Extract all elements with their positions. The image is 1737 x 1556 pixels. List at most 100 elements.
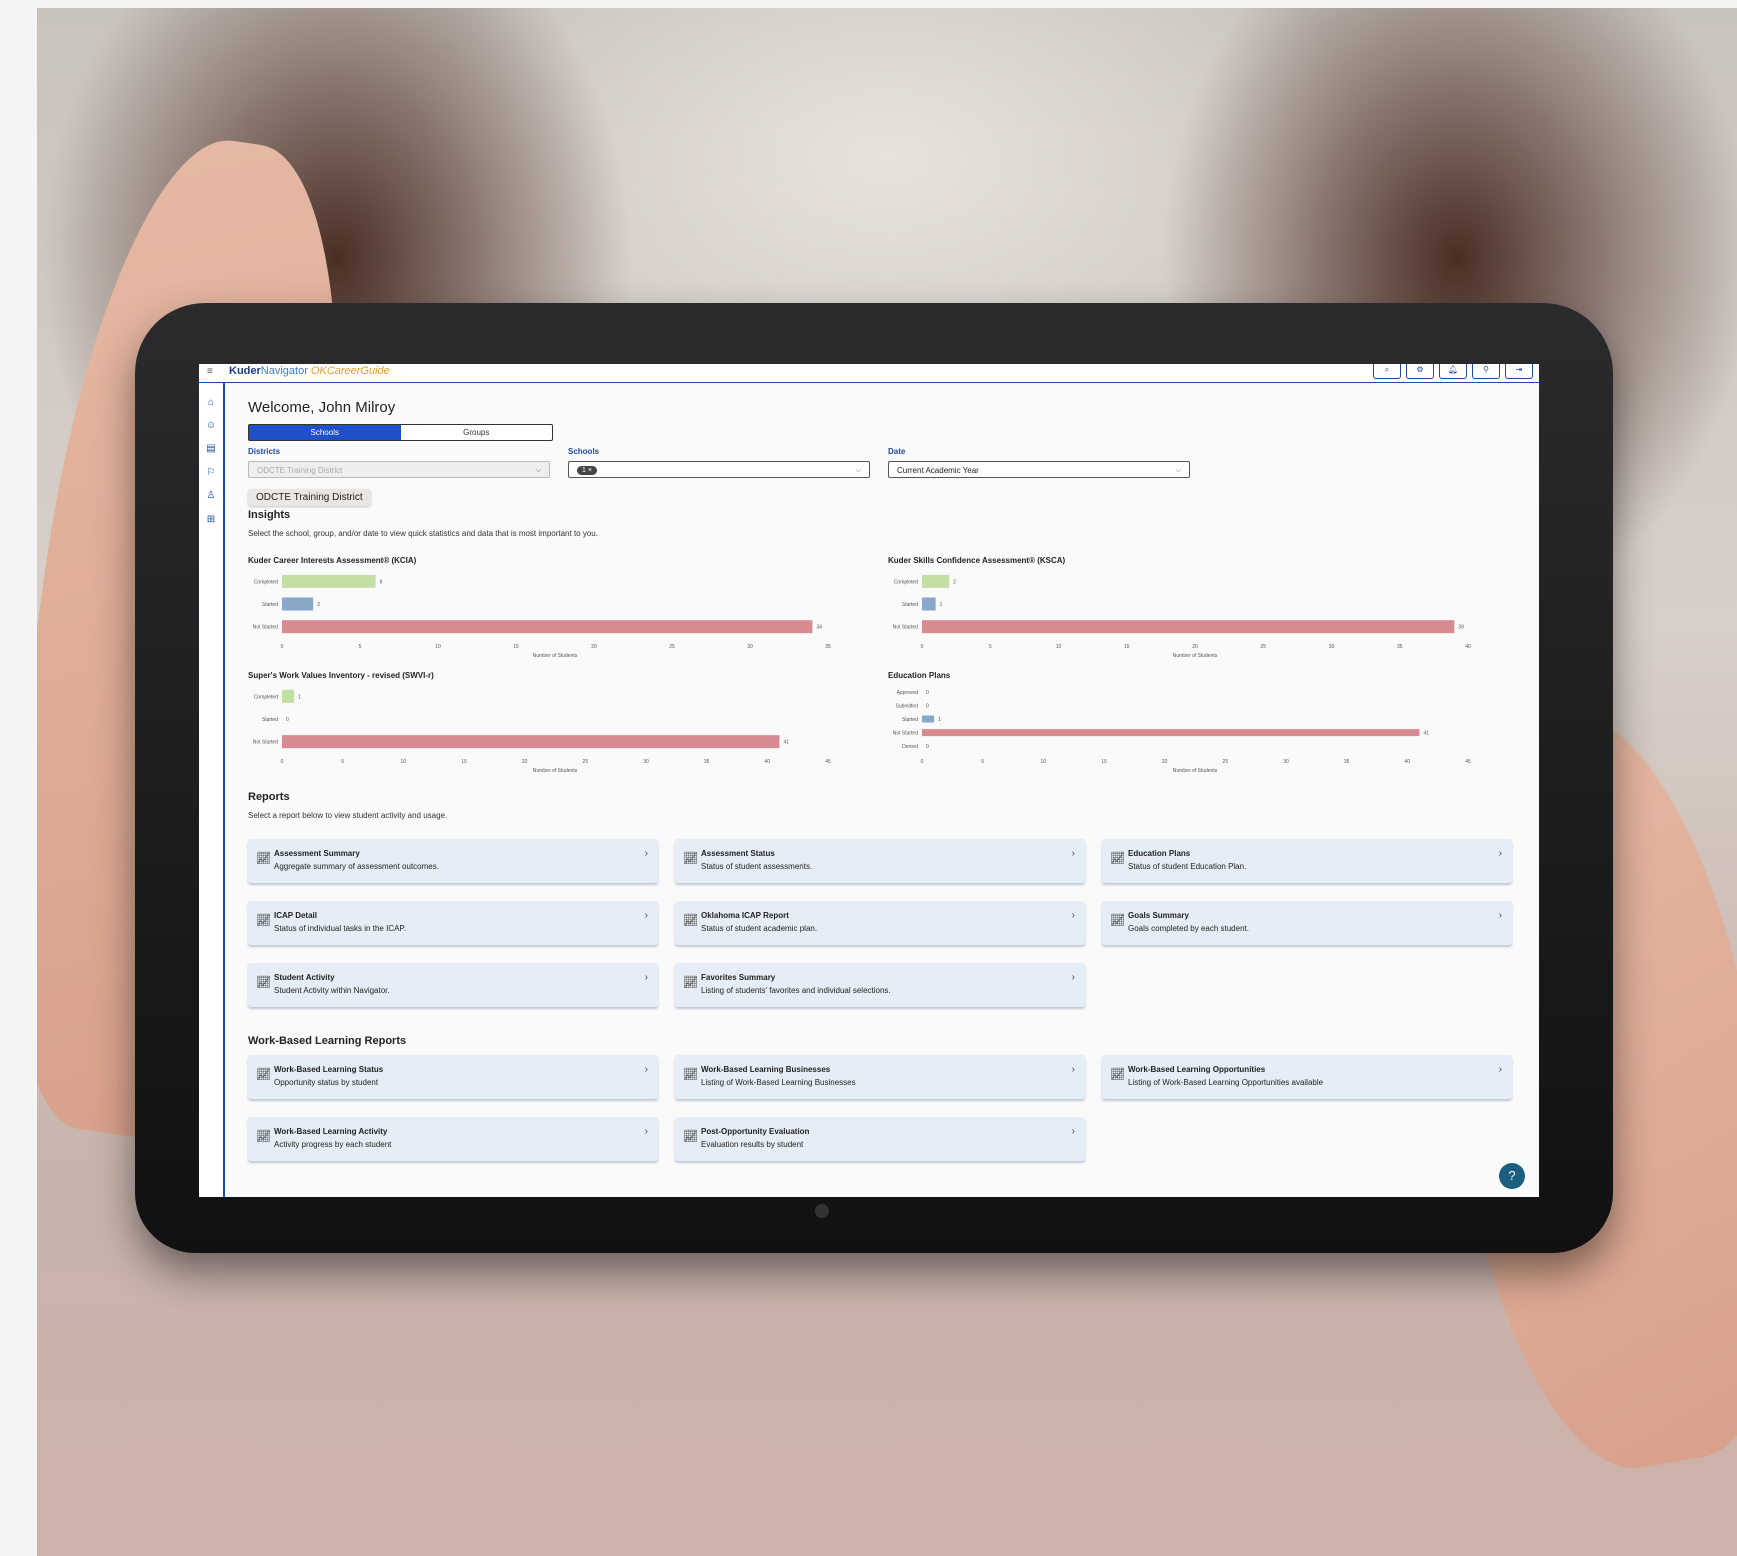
report-card-description: Activity progress by each student — [274, 1140, 392, 1149]
report-card-description: Status of individual tasks in the ICAP. — [274, 924, 406, 933]
bar-chart-svg: Completed 6 Started 2 Not Started 34 0 5 10 15 20 2… — [253, 574, 831, 659]
org-chart-icon[interactable]: ⊞ — [205, 514, 217, 526]
category-label: Not Started — [893, 625, 919, 631]
tick-label: 40 — [765, 759, 771, 765]
chevron-down-icon: ⌵ — [535, 467, 541, 474]
report-card-title: Work-Based Learning Status — [274, 1065, 384, 1074]
tick-label: 30 — [643, 759, 649, 765]
home-icon[interactable]: ⌂ — [205, 397, 217, 409]
report-card-title: ICAP Detail — [274, 911, 317, 920]
tick-label: 10 — [401, 759, 407, 765]
chevron-right-icon: › — [1071, 1064, 1075, 1075]
category-label: Completed — [254, 579, 278, 585]
report-card-description: Opportunity status by student — [274, 1078, 379, 1087]
chevron-right-icon: › — [1071, 972, 1075, 983]
report-card[interactable]: 📈︎ Favorites Summary Listing of students' … — [675, 963, 1085, 1007]
report-card[interactable]: 📈︎ Work-Based Learning Opportunities Listi… — [1102, 1055, 1512, 1099]
logout-icon[interactable]: ⇥ — [1505, 364, 1533, 379]
chevron-right-icon: › — [1498, 1064, 1502, 1075]
search-icon[interactable]: ⌕ — [1373, 364, 1401, 379]
tick-label: 40 — [1405, 759, 1411, 765]
districts-label: Districts — [248, 447, 281, 456]
tick-label: 35 — [1397, 644, 1403, 650]
insights-description: Select the school, group, and/or date to… — [248, 529, 598, 538]
report-card[interactable]: 📈︎ Post-Opportunity Evaluation Evaluation … — [675, 1117, 1085, 1161]
report-card[interactable]: 📈︎ Assessment Status Status of student ass… — [675, 839, 1085, 883]
report-card-description: Status of student assessments. — [701, 862, 813, 871]
schools-select[interactable]: 1 × ⌵ — [568, 461, 870, 478]
schools-label: Schools — [568, 447, 600, 456]
bar-chart-svg: Approved 0 Submitted 0 Started 1 Not Started 41… — [893, 690, 1471, 774]
gear-icon[interactable]: ⚙ — [1406, 364, 1434, 379]
tick-label: 15 — [513, 644, 519, 650]
trend-chart-icon: 📈︎ — [1110, 851, 1126, 865]
chart-title: Kuder Career Interests Assessment® (KCIA… — [248, 556, 417, 565]
report-card[interactable]: 📈︎ Education Plans Status of student Educa… — [1102, 839, 1512, 883]
report-card-title: Favorites Summary — [701, 973, 776, 982]
tab-groups[interactable]: Groups — [401, 425, 553, 440]
report-card[interactable]: 📈︎ Work-Based Learning Businesses Listing … — [675, 1055, 1085, 1099]
briefcase-icon[interactable]: ⚐ — [205, 467, 217, 479]
report-card-title: Education Plans — [1128, 849, 1191, 858]
report-card[interactable]: 📈︎ Goals Summary Goals completed by each s… — [1102, 901, 1512, 945]
tick-label: 10 — [1056, 644, 1062, 650]
report-card[interactable]: 📈︎ Work-Based Learning Activity Activity p… — [248, 1117, 658, 1161]
tick-label: 40 — [1465, 644, 1471, 650]
bar — [282, 574, 376, 588]
data-label: 39 — [1458, 625, 1464, 631]
data-label: 2 — [317, 602, 320, 608]
tick-label: 15 — [1124, 644, 1130, 650]
report-card-title: Assessment Summary — [274, 849, 360, 858]
report-card-description: Status of student Education Plan. — [1128, 862, 1247, 871]
x-axis-label: Number of Students — [533, 768, 578, 774]
x-axis-label: Number of Students — [533, 653, 578, 659]
trend-chart-icon: 📈︎ — [256, 975, 272, 989]
data-label: 34 — [816, 625, 822, 631]
bell-icon[interactable]: 🔔︎ — [1439, 364, 1467, 379]
category-label: Not Started — [893, 731, 919, 737]
districts-select[interactable]: ODCTE Training District ⌵ — [248, 461, 550, 478]
category-label: Not Started — [253, 740, 279, 746]
x-axis-label: Number of Students — [1173, 653, 1218, 659]
tick-label: 35 — [825, 644, 831, 650]
tick-label: 30 — [747, 644, 753, 650]
trend-chart-icon: 📈︎ — [1110, 913, 1126, 927]
bar — [922, 729, 1420, 737]
report-card[interactable]: 📈︎ Assessment Summary Aggregate summary of… — [248, 839, 658, 883]
bar — [282, 689, 295, 703]
date-label: Date — [888, 447, 906, 456]
date-select[interactable]: Current Academic Year ⌵ — [888, 461, 1190, 478]
category-label: Started — [262, 602, 278, 608]
bar — [922, 620, 1455, 634]
report-card-title: Oklahoma ICAP Report — [701, 911, 789, 920]
data-label: 1 — [938, 717, 941, 723]
app-logo[interactable]: KuderNavigator OKCareerGuide — [229, 365, 390, 377]
reports-description: Select a report below to view student ac… — [248, 811, 448, 820]
report-card-description: Student Activity within Navigator. — [274, 986, 390, 995]
people-icon[interactable]: ♙ — [205, 490, 217, 502]
user-icon[interactable]: ⚲ — [1472, 364, 1500, 379]
data-label: 41 — [1423, 731, 1429, 737]
wbl-title: Work-Based Learning Reports — [248, 1035, 407, 1047]
tick-label: 20 — [1162, 759, 1168, 765]
report-card[interactable]: 📈︎ ICAP Detail Status of individual tasks … — [248, 901, 658, 945]
tick-label: 45 — [1465, 759, 1471, 765]
report-card[interactable]: 📈︎ Student Activity Student Activity withi… — [248, 963, 658, 1007]
tick-label: 0 — [281, 759, 284, 765]
tick-label: 20 — [591, 644, 597, 650]
category-label: Submitted — [895, 703, 918, 709]
tick-label: 25 — [1223, 759, 1229, 765]
trend-chart-icon: 📈︎ — [683, 913, 699, 927]
school-chip-count: 1 — [582, 467, 586, 474]
tab-schools[interactable]: Schools — [249, 425, 401, 440]
report-card[interactable]: 📈︎ Work-Based Learning Status Opportunity … — [248, 1055, 658, 1099]
folder-tree-icon[interactable]: ▤ — [205, 443, 217, 455]
kcia-chart: Kuder Career Interests Assessment® (KCIA… — [248, 556, 848, 666]
category-label: Completed — [254, 694, 278, 700]
school-chip[interactable]: 1 × — [577, 466, 597, 475]
users-icon[interactable]: ☺ — [205, 420, 217, 432]
help-bubble-icon[interactable]: ? — [1499, 1163, 1525, 1189]
report-card[interactable]: 📈︎ Oklahoma ICAP Report Status of student … — [675, 901, 1085, 945]
hamburger-icon[interactable]: ≡ — [207, 366, 213, 377]
bar — [922, 574, 950, 588]
